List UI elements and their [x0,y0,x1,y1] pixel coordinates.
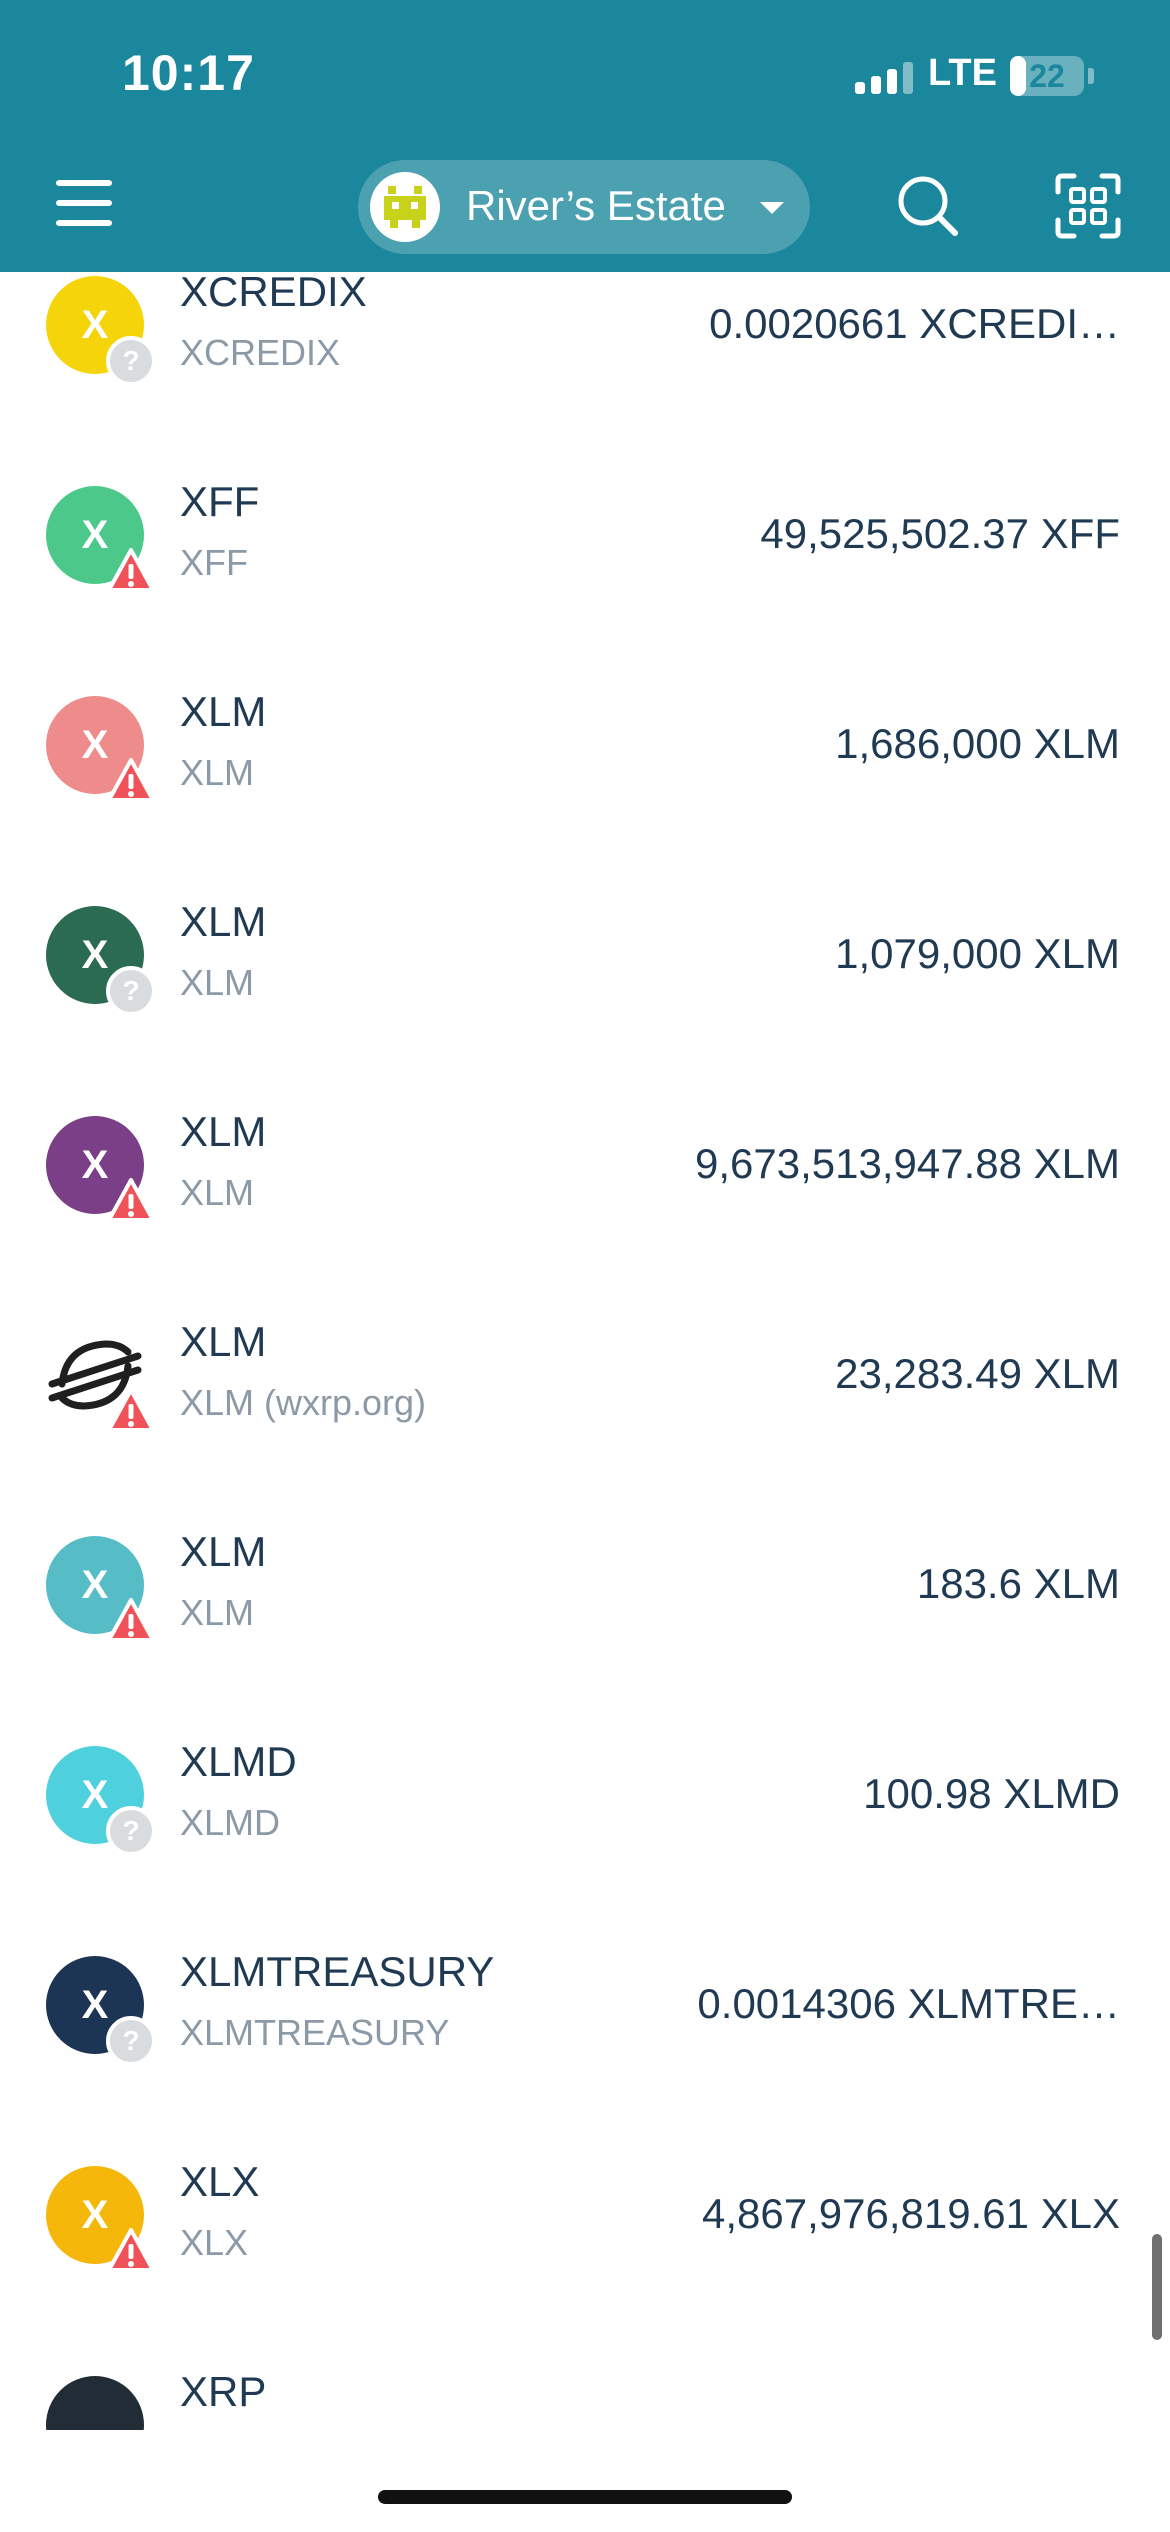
token-list[interactable]: X? XCREDIX XCREDIX 0.0020661 XCREDI… X XFF XFF… [0,272,1170,2430]
token-name: XLMD [180,1738,297,1785]
token-name: XLMTREASURY [180,1948,495,1995]
wallet-name: River’s Estate [466,182,726,229]
token-balance: 0.0014306 XLMTRE… [697,1980,1120,2027]
question-icon: ? [106,2016,156,2066]
network-type: LTE [928,52,997,94]
token-name: XLM [180,1108,267,1155]
token-issuer: XLM [180,1172,255,1213]
token-row[interactable]: X? XCREDIX XCREDIX 0.0020661 XCREDI… [0,272,1170,460]
token-balance: 9,673,513,947.88 XLM [694,1140,1120,1187]
cellular-signal-icon [855,60,915,94]
token-icon [46,2376,156,2430]
token-row[interactable]: X? XLM XLM 1,079,000 XLM [0,880,1170,1090]
token-issuer: XLM [180,1592,255,1633]
bottom-safe-area [0,2430,1170,2532]
question-icon: ? [106,336,156,386]
token-name: XLM [180,898,267,945]
token-avatar [46,2376,144,2430]
battery-tip [1088,68,1094,84]
qr-scan-icon [1055,173,1121,239]
token-icon: X? [46,276,156,386]
warning-icon [106,1386,156,1436]
wallet-avatar [370,172,440,242]
token-issuer: XLMD [180,1802,281,1843]
token-icon: X [46,696,156,806]
warning-icon [106,1176,156,1226]
token-icon: X? [46,1956,156,2066]
token-row[interactable]: X XLM XLM 1,686,000 XLM [0,670,1170,880]
wallet-selector[interactable]: River’s Estate [358,160,810,254]
token-issuer: XLM [180,752,255,793]
token-row[interactable]: XRP [0,2350,1170,2430]
question-icon: ? [106,1806,156,1856]
warning-icon [106,1596,156,1646]
home-indicator[interactable] [378,2490,792,2504]
token-icon: X [46,1536,156,1646]
token-row[interactable]: X XFF XFF 49,525,502.37 XFF [0,460,1170,670]
token-row[interactable]: X XLX XLX 4,867,976,819.61 XLX [0,2140,1170,2350]
token-issuer: XLMTREASURY [180,2012,450,2053]
status-time: 10:17 [122,45,255,101]
token-icon [46,1326,156,1436]
token-balance: 1,079,000 XLM [835,930,1120,977]
token-name: XLX [180,2158,260,2205]
token-icon: X [46,2166,156,2276]
token-row[interactable]: X XLM XLM 183.6 XLM [0,1510,1170,1720]
token-name: XCREDIX [180,272,367,315]
token-row[interactable]: X? XLMD XLMD 100.98 XLMD [0,1720,1170,1930]
search-button[interactable] [892,170,964,242]
token-name: XRP [180,2368,267,2415]
warning-icon [106,546,156,596]
scrollbar[interactable] [1152,2234,1162,2340]
question-icon: ? [106,966,156,1016]
chevron-down-icon [760,202,784,214]
search-icon [898,176,958,236]
token-name: XLM [180,1528,267,1575]
token-issuer: XFF [180,542,248,583]
token-icon: X? [46,906,156,1016]
menu-button[interactable] [56,180,112,226]
battery-level: 22 [1029,58,1065,94]
token-issuer: XLM [180,962,255,1003]
robot-avatar-icon [384,186,426,228]
token-balance: 183.6 XLM [916,1560,1120,1607]
token-icon: X [46,1116,156,1226]
token-balance: 23,283.49 XLM [835,1350,1120,1397]
token-balance: 1,686,000 XLM [835,720,1120,767]
token-name: XFF [180,478,260,525]
warning-icon [106,756,156,806]
token-icon: X? [46,1746,156,1856]
warning-icon [106,2226,156,2276]
top-app-bar: 10:17 LTE 22 River’s Estate [0,0,1170,272]
token-balance: 100.98 XLMD [863,1770,1120,1817]
token-row[interactable]: X XLM XLM 9,673,513,947.88 XLM [0,1090,1170,1300]
token-issuer: XCREDIX [180,332,341,373]
token-name: XLM [180,688,267,735]
token-balance: 0.0020661 XCREDI… [709,300,1120,347]
qr-scan-button[interactable] [1052,170,1124,242]
token-icon: X [46,486,156,596]
token-balance: 4,867,976,819.61 XLX [701,2190,1120,2237]
token-balance: 49,525,502.37 XFF [760,510,1120,557]
token-row[interactable]: X? XLMTREASURY XLMTREASURY 0.0014306 XLMTRE… [0,1930,1170,2140]
token-issuer: XLM (wxrp.org) [180,1382,427,1423]
battery-icon: 22 [1010,56,1084,96]
token-row[interactable]: XLM XLM (wxrp.org) 23,283.49 XLM [0,1300,1170,1510]
token-issuer: XLX [180,2222,249,2263]
token-name: XLM [180,1318,267,1365]
